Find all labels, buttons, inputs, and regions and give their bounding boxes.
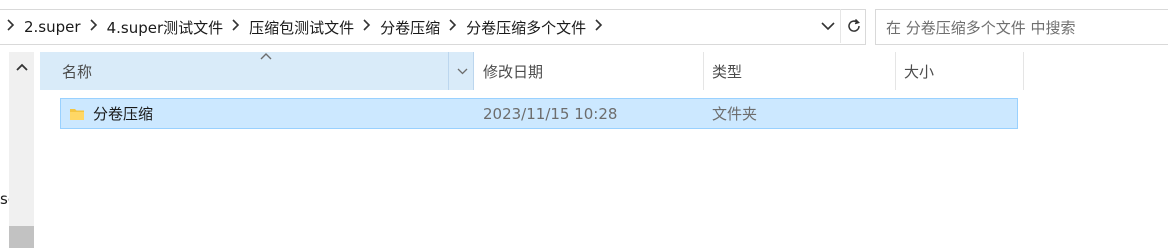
refresh-icon [848, 18, 860, 32]
chevron-down-icon [821, 21, 835, 30]
chevron-right-icon[interactable] [588, 19, 610, 35]
column-headers: 名称 修改日期 类型 大小 [40, 52, 1024, 90]
chevron-right-icon[interactable] [442, 19, 464, 35]
chevron-right-icon[interactable] [225, 19, 247, 35]
search-input[interactable]: 在 分卷压缩多个文件 中搜索 [875, 9, 1168, 45]
address-history-button[interactable] [816, 9, 840, 43]
breadcrumb-item[interactable]: 2.super [22, 18, 83, 36]
file-type: 文件夹 [712, 105, 758, 123]
address-bar[interactable]: 2.super 4.super测试文件 压缩包测试文件 分卷压缩 分卷压缩多个文… [0, 9, 866, 45]
chevron-right-icon[interactable] [83, 19, 105, 35]
file-name: 分卷压缩 [93, 105, 154, 123]
sort-ascending-icon [260, 53, 272, 60]
search-placeholder: 在 分卷压缩多个文件 中搜索 [886, 18, 1076, 37]
chevron-right-icon[interactable] [356, 19, 378, 35]
scroll-up-button[interactable] [9, 56, 34, 78]
column-header-type[interactable]: 类型 [704, 52, 896, 90]
column-header-date-label: 修改日期 [483, 62, 544, 81]
nav-scrollbar[interactable] [9, 52, 34, 248]
file-explorer-window: 2.super 4.super测试文件 压缩包测试文件 分卷压缩 分卷压缩多个文… [0, 0, 1168, 248]
column-header-type-label: 类型 [712, 62, 743, 81]
chevron-up-icon [15, 63, 28, 71]
breadcrumb: 2.super 4.super测试文件 压缩包测试文件 分卷压缩 分卷压缩多个文… [0, 10, 610, 44]
column-header-size-label: 大小 [904, 62, 935, 81]
file-modified-date: 2023/11/15 10:28 [483, 104, 618, 123]
chevron-right-icon[interactable] [0, 19, 22, 35]
column-header-size[interactable]: 大小 [896, 52, 1024, 90]
folder-icon [69, 99, 89, 128]
refresh-button[interactable] [840, 9, 867, 43]
scroll-thumb[interactable] [9, 226, 34, 248]
column-header-name[interactable]: 名称 [40, 52, 474, 90]
column-header-date[interactable]: 修改日期 [474, 52, 704, 90]
column-header-name-label: 名称 [62, 62, 93, 81]
address-bar-row: 2.super 4.super测试文件 压缩包测试文件 分卷压缩 分卷压缩多个文… [0, 0, 1168, 52]
breadcrumb-item[interactable]: 压缩包测试文件 [247, 17, 356, 38]
file-row[interactable]: 分卷压缩 2023/11/15 10:28 文件夹 [60, 98, 1018, 129]
column-filter-button[interactable] [448, 52, 475, 90]
breadcrumb-item[interactable]: 分卷压缩多个文件 [464, 17, 588, 38]
breadcrumb-item[interactable]: 4.super测试文件 [105, 17, 226, 38]
chevron-down-icon [457, 68, 467, 74]
breadcrumb-item[interactable]: 分卷压缩 [378, 17, 442, 38]
